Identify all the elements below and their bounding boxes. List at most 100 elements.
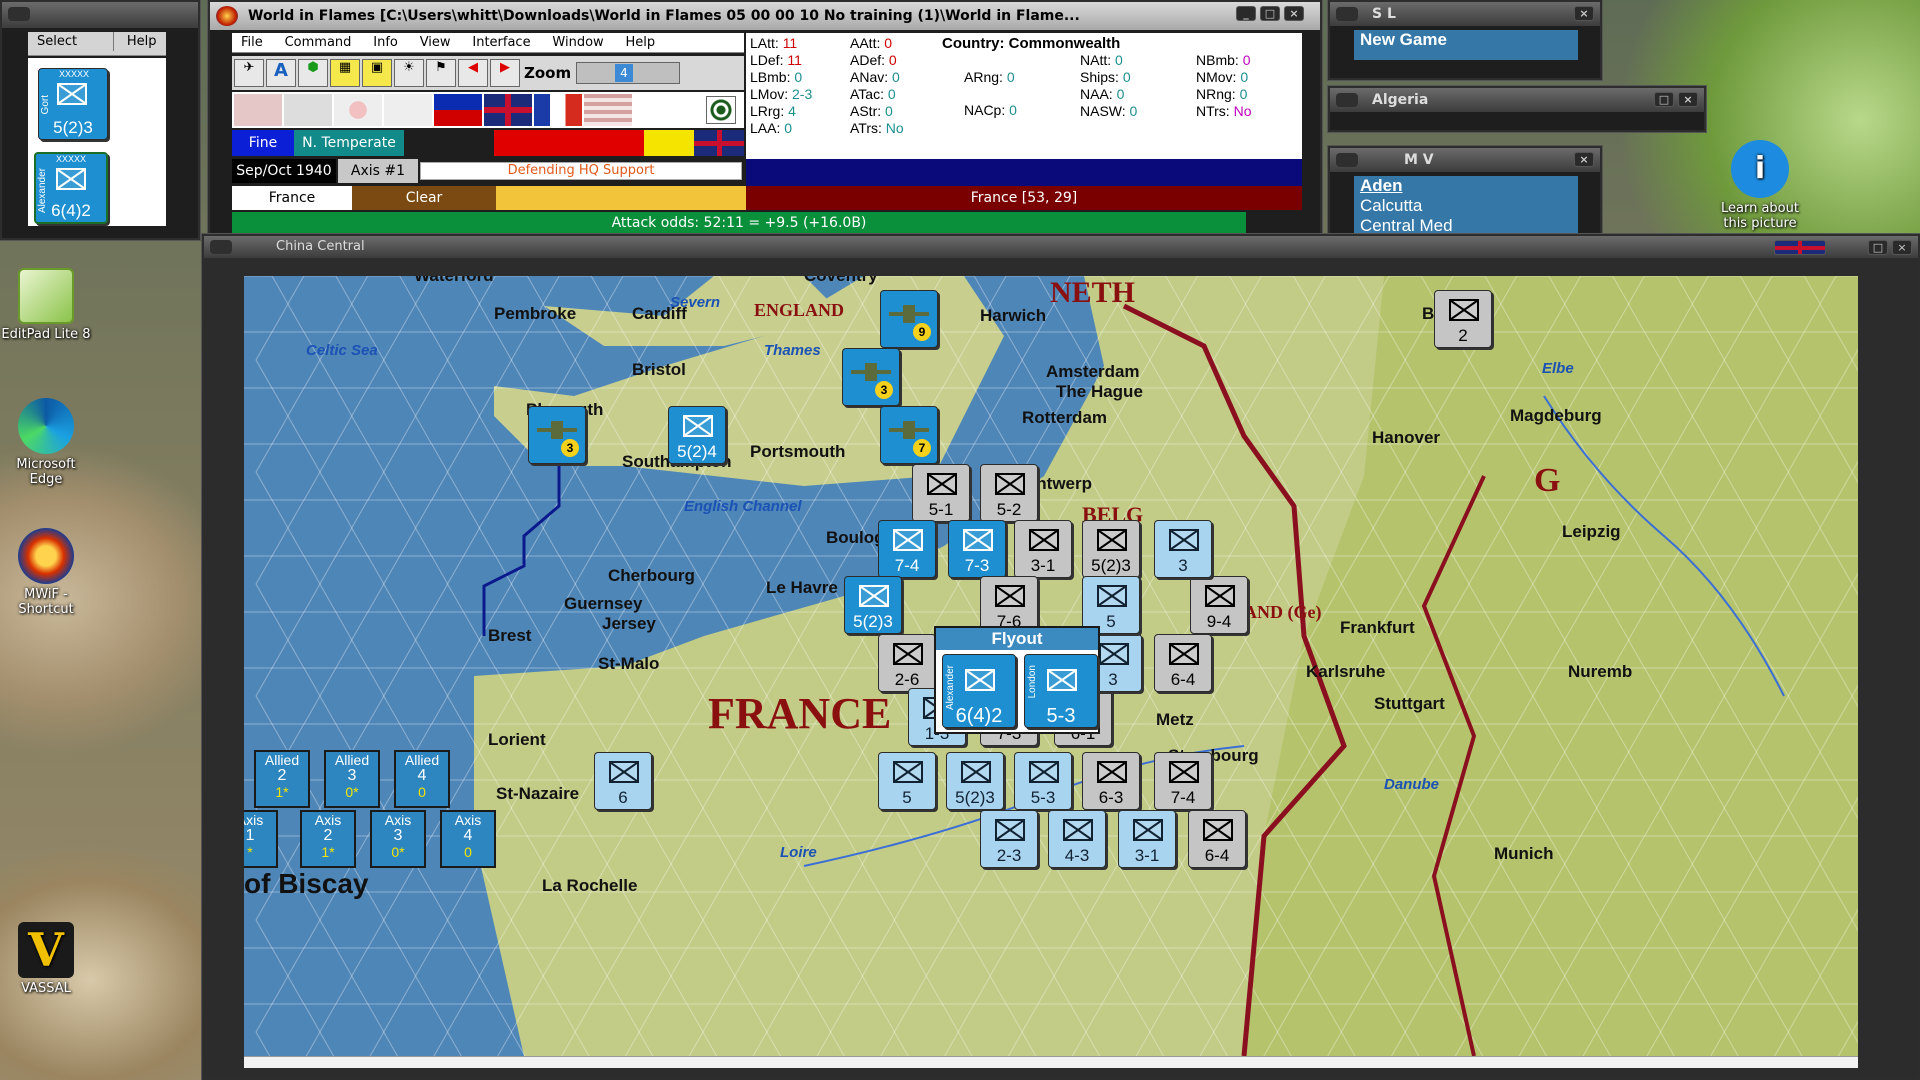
unit-counter[interactable]: 7-4	[1154, 752, 1212, 810]
flag-icon[interactable]	[384, 94, 432, 126]
unit-strength: 6(4)2	[955, 705, 1003, 727]
unit-counter[interactable]: 5-1	[912, 464, 970, 522]
menu-interface[interactable]: Interface	[463, 33, 539, 52]
corps-symbol-icon	[995, 819, 1025, 841]
desktop-icon-vassal[interactable]: V VASSAL	[0, 922, 92, 996]
map-tool-icon[interactable]: ▣	[362, 59, 392, 87]
list-item-new-game[interactable]: New Game	[1354, 30, 1578, 50]
close-button[interactable]: ×	[1892, 240, 1912, 255]
box-num: 4	[463, 827, 473, 844]
menu-window[interactable]: Window	[543, 33, 612, 52]
system-menu-icon[interactable]	[1336, 153, 1358, 167]
unit-counter[interactable]: 6-4	[1154, 634, 1212, 692]
target-icon[interactable]	[706, 96, 736, 124]
unit-counter[interactable]: 3	[1154, 520, 1212, 578]
unit-counter[interactable]: 3	[528, 406, 586, 464]
zoom-slider[interactable]: 4	[576, 62, 680, 84]
algeria-title: Algeria	[1372, 92, 1429, 108]
unit-counter[interactable]: 6-4	[1188, 810, 1246, 868]
flag-icon[interactable]	[634, 94, 682, 126]
unit-counter[interactable]: 2-6	[878, 634, 936, 692]
unit-counter[interactable]: 5(2)4	[668, 406, 726, 464]
plane-tool-icon[interactable]: ✈	[234, 59, 264, 87]
unit-counter[interactable]: 5(2)3	[1082, 520, 1140, 578]
close-button[interactable]: ×	[1574, 152, 1594, 167]
app-icon[interactable]	[216, 6, 238, 26]
corps-symbol-icon	[1097, 761, 1127, 783]
unit-size: XXXXX	[59, 69, 90, 79]
forward-arrow-icon[interactable]: ▶	[490, 59, 520, 87]
info-icon: i	[1731, 140, 1789, 198]
unit-counter[interactable]: 3-1	[1118, 810, 1176, 868]
flag-tool-icon[interactable]: ⚑	[426, 59, 456, 87]
flag-icon[interactable]	[284, 94, 332, 126]
maximize-button[interactable]: □	[1868, 240, 1888, 255]
window-title: World in Flames [C:\Users\whitt\Download…	[248, 8, 1080, 24]
unit-counter[interactable]: 7-4	[878, 520, 936, 578]
unit-counter[interactable]: 5-3	[1014, 752, 1072, 810]
list-item[interactable]: Central Med	[1354, 216, 1578, 236]
flag-icon[interactable]	[434, 94, 482, 126]
unit-counter[interactable]: 5(2)3	[844, 576, 902, 634]
grid-tool-icon[interactable]: ▦	[330, 59, 360, 87]
corps-symbol-icon	[609, 761, 639, 783]
desktop-icon-edge[interactable]: Microsoft Edge	[0, 398, 92, 487]
flyout-unit[interactable]: London 5-3	[1024, 654, 1098, 728]
weather-tool-icon[interactable]: ☀	[394, 59, 424, 87]
unit-counter[interactable]: 3-1	[1014, 520, 1072, 578]
minimize-button[interactable]: _	[1236, 6, 1256, 21]
close-button[interactable]: ×	[1574, 6, 1594, 21]
tab-select[interactable]: Select	[28, 32, 114, 51]
hex-map[interactable]: WaterfordPembrokeCardiffBristolSouthampt…	[244, 276, 1858, 1056]
unit-counter[interactable]: 5	[878, 752, 936, 810]
unit-counter[interactable]: 9-4	[1190, 576, 1248, 634]
unit-counter-gort[interactable]: XXXXX Gort 5(2)3	[38, 68, 108, 140]
maximize-button[interactable]: □	[1260, 6, 1280, 21]
menu-help[interactable]: Help	[617, 33, 665, 52]
unit-counter[interactable]: 4-3	[1048, 810, 1106, 868]
learn-about-picture[interactable]: i Learn about this picture	[1712, 140, 1808, 231]
close-button[interactable]: ×	[1284, 6, 1304, 21]
menu-command[interactable]: Command	[276, 33, 361, 52]
list-item[interactable]: Aden	[1354, 176, 1578, 196]
flag-icon[interactable]	[334, 94, 382, 126]
usa-flag-icon[interactable]	[584, 94, 632, 126]
uk-flag-icon[interactable]	[484, 94, 532, 126]
desktop-icon-mwif[interactable]: MWiF - Shortcut	[0, 528, 92, 617]
unit-counter[interactable]: 7	[880, 406, 938, 464]
unit-counter[interactable]: 2-3	[980, 810, 1038, 868]
back-arrow-icon[interactable]: ◀	[458, 59, 488, 87]
stat-key: NMov:	[1196, 69, 1237, 85]
menu-info[interactable]: Info	[364, 33, 407, 52]
menu-file[interactable]: File	[232, 33, 272, 52]
system-menu-icon[interactable]	[210, 240, 232, 254]
map-scrollbar[interactable]	[244, 1056, 1858, 1068]
menu-view[interactable]: View	[411, 33, 460, 52]
unit-counter[interactable]: 9	[880, 290, 938, 348]
desktop-icon-editpad[interactable]: EditPad Lite 8	[0, 268, 92, 342]
flyout-unit[interactable]: Alexander 6(4)2	[942, 654, 1016, 728]
unit-counter[interactable]: 5-2	[980, 464, 1038, 522]
system-menu-icon[interactable]	[1336, 7, 1358, 21]
unit-counter[interactable]: 6-3	[1082, 752, 1140, 810]
unit-counter[interactable]: 7-3	[948, 520, 1006, 578]
tab-help[interactable]: Help	[118, 32, 166, 51]
unit-counter[interactable]: 6	[594, 752, 652, 810]
zoom-slider-thumb[interactable]: 4	[615, 64, 633, 82]
system-menu-icon[interactable]	[1336, 93, 1358, 107]
list-item[interactable]: Calcutta	[1354, 196, 1578, 216]
maximize-button[interactable]: □	[1654, 92, 1674, 107]
weather-yellow-bar	[644, 130, 694, 156]
unit-counter[interactable]: 5(2)3	[946, 752, 1004, 810]
close-button[interactable]: ×	[1678, 92, 1698, 107]
box-label: Axis	[314, 812, 342, 828]
france-flag-icon[interactable]	[534, 94, 582, 126]
flag-icon[interactable]	[234, 94, 282, 126]
unit-counter[interactable]: 2	[1434, 290, 1492, 348]
system-menu-icon[interactable]	[8, 7, 30, 21]
font-tool-icon[interactable]: A	[266, 59, 296, 87]
unit-counter-alexander[interactable]: XXXXX Alexander 6(4)2	[34, 152, 108, 224]
nation-label: G	[1534, 462, 1561, 499]
unit-counter[interactable]: 3	[842, 348, 900, 406]
hex-tool-icon[interactable]: ⬢	[298, 59, 328, 87]
